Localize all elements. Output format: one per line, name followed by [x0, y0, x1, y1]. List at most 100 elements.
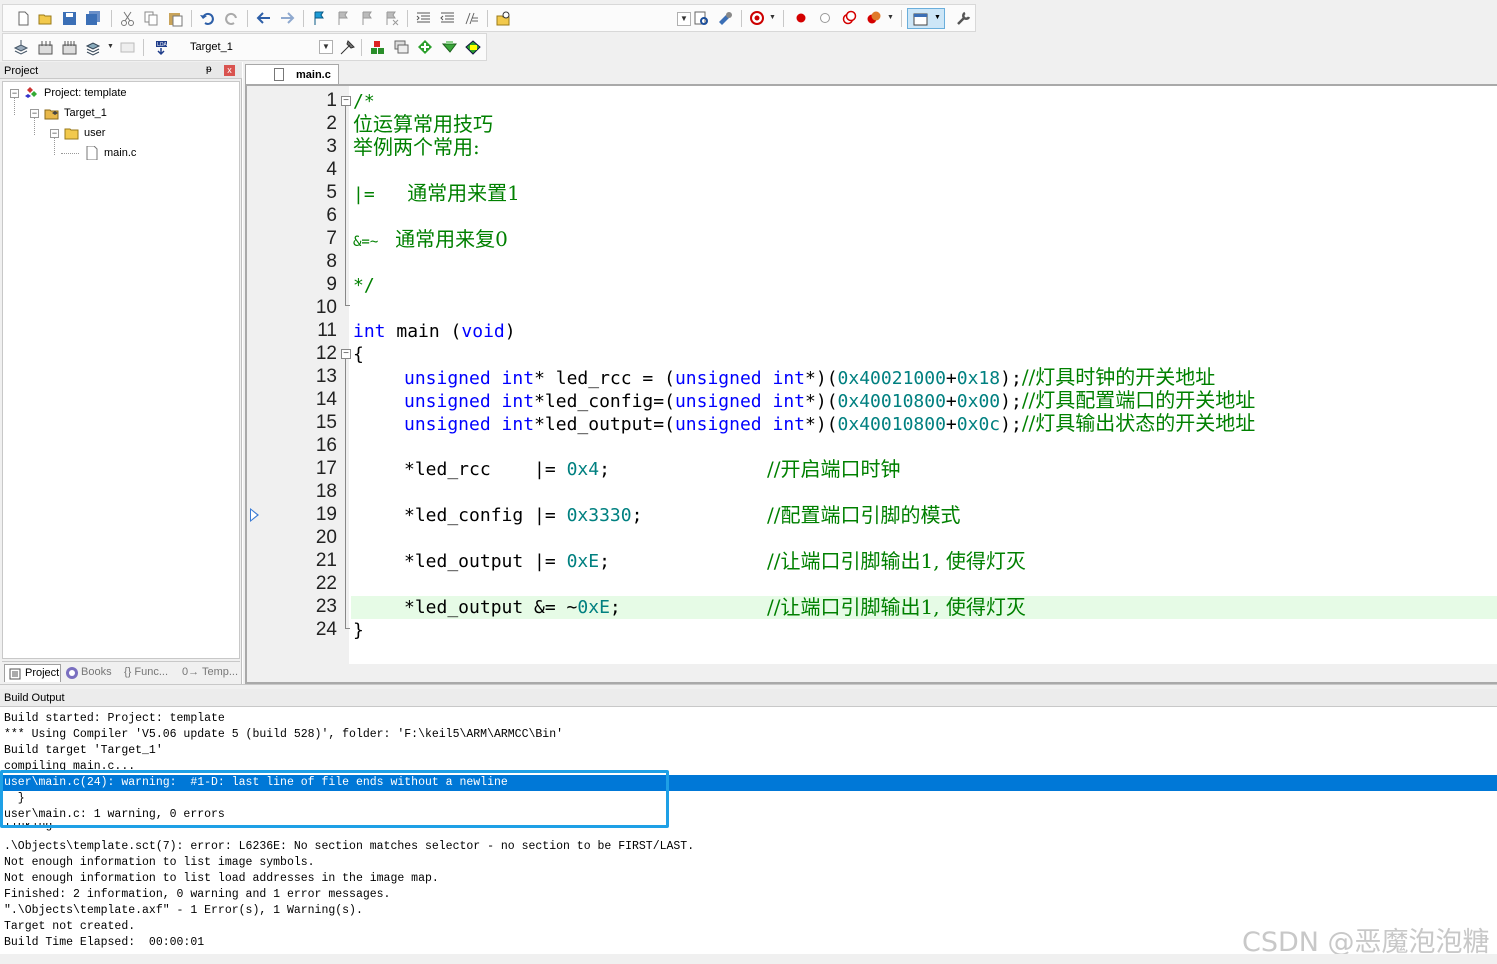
toolbar-area: ▼ ▼ ▼ ▼ ▼ LOAD Target_1 ▼ [0, 0, 1497, 62]
batch-build-icon[interactable] [85, 39, 102, 56]
new-file-icon[interactable] [15, 10, 32, 27]
configure-icon[interactable] [955, 10, 972, 27]
rebuild-icon[interactable] [61, 39, 78, 56]
tab-project[interactable]: Project [4, 664, 61, 682]
line-number: 18 [315, 481, 337, 502]
build-icon[interactable] [37, 39, 54, 56]
tab-functions[interactable]: {} Func... [122, 664, 177, 682]
tree-item-label: Target_1 [64, 107, 107, 119]
unindent-icon[interactable] [439, 10, 456, 27]
project-panel: Project ᵽ x − Project: template − Target… [0, 62, 242, 684]
file-extensions-icon[interactable] [393, 39, 410, 56]
find-combo[interactable]: ▼ [653, 10, 691, 30]
nav-back-icon[interactable] [255, 10, 272, 27]
select-packs-icon[interactable] [441, 39, 458, 56]
code-text: { [353, 344, 364, 365]
paste-icon[interactable] [167, 10, 184, 27]
line-number: 19 [315, 504, 337, 525]
save-icon[interactable] [61, 10, 78, 27]
code-editor[interactable]: 1 − /* 2 位运算常用技巧 3 举例两个常用: 4 5 |= 通常用来置1… [245, 84, 1497, 684]
collapse-toggle[interactable]: − [50, 129, 59, 138]
incremental-find-icon[interactable] [693, 10, 710, 27]
folder-icon [64, 128, 79, 140]
project-tab-icon [9, 668, 21, 680]
manage-project-icon[interactable] [369, 39, 386, 56]
code-comment: //开启端口时钟 [767, 457, 901, 481]
code-token: 0x40021000 [837, 368, 946, 389]
code-token: 0x18 [956, 368, 1001, 389]
tab-books[interactable]: Books [63, 664, 119, 682]
horizontal-scrollbar[interactable] [247, 664, 1497, 682]
indent-icon[interactable] [415, 10, 432, 27]
manage-rte-icon[interactable] [465, 39, 482, 56]
code-token: //灯具时钟的开关地址 [1021, 365, 1216, 389]
next-bookmark-icon[interactable] [359, 10, 376, 27]
target-options-icon[interactable] [339, 39, 356, 56]
save-all-icon[interactable] [85, 10, 102, 27]
nav-forward-icon[interactable] [279, 10, 296, 27]
code-token: 0x40010800 [837, 414, 946, 435]
find-in-files-icon[interactable] [495, 10, 512, 27]
line-number: 5 [326, 182, 337, 203]
chevron-down-icon[interactable]: ▼ [319, 40, 333, 54]
file-icon [86, 146, 98, 160]
build-line-error[interactable]: .\Objects\template.sct(7): error: L6236E… [4, 839, 694, 855]
build-output-title: Build Output [4, 692, 65, 704]
find-icon[interactable] [717, 10, 734, 27]
stop-build-icon[interactable] [119, 39, 136, 56]
chevron-down-icon[interactable]: ▼ [677, 12, 691, 26]
breakpoint-disable-icon[interactable] [817, 10, 834, 27]
code-token: 0x4 [566, 459, 600, 480]
code-text: 位运算常用技巧 [353, 112, 493, 136]
code-text: |= 通常用来置1 [353, 182, 520, 206]
code-line: 12 − { [247, 343, 1497, 366]
pin-icon[interactable]: ᵽ [206, 64, 212, 75]
copy-icon[interactable] [143, 10, 160, 27]
debug-start-icon[interactable] [749, 10, 766, 27]
window-layout-button[interactable]: ▼ [907, 8, 945, 29]
code-text: } [353, 620, 364, 641]
collapse-toggle[interactable]: − [10, 89, 19, 98]
undo-icon[interactable] [199, 10, 216, 27]
line-number: 21 [315, 550, 337, 571]
clear-bookmarks-icon[interactable] [383, 10, 400, 27]
fold-toggle[interactable]: − [341, 349, 351, 359]
project-panel-title: Project [4, 65, 39, 77]
breakpoint-kill-all-icon[interactable] [865, 10, 882, 27]
code-line: 1 − /* [247, 90, 1497, 113]
code-token: //灯具配置端口的开关地址 [1021, 388, 1256, 412]
pack-installer-icon[interactable] [417, 39, 434, 56]
translate-icon[interactable] [13, 39, 30, 56]
redo-icon[interactable] [223, 10, 240, 27]
comment-icon[interactable] [463, 10, 480, 27]
collapse-toggle[interactable]: − [30, 109, 39, 118]
code-token: ( [826, 391, 838, 412]
cut-icon[interactable] [119, 10, 136, 27]
breakpoint-disable-all-icon[interactable] [841, 10, 858, 27]
target-select[interactable]: Target_1 ▼ [185, 38, 333, 58]
fold-toggle[interactable]: − [341, 96, 351, 106]
code-token: ( [664, 368, 675, 389]
breakpoint-insert-icon[interactable] [793, 10, 810, 27]
line-number: 9 [326, 274, 337, 295]
tree-item-label: user [84, 127, 106, 139]
file-icon [274, 68, 284, 81]
open-file-icon[interactable] [37, 10, 54, 27]
code-line: 10 [247, 297, 1497, 320]
code-token: *led_output= [534, 414, 665, 435]
code-line: 21 *led_output |= 0xE; //让端口引脚输出1, 使得灯灭 [247, 550, 1497, 573]
horizontal-scrollbar[interactable] [0, 954, 1497, 964]
build-line: Build Time Elapsed: 00:00:01 [4, 936, 205, 949]
line-number: 4 [326, 159, 337, 180]
code-line: 4 [247, 159, 1497, 182]
tab-main-c[interactable]: main.c [245, 64, 339, 84]
bookmark-icon[interactable] [311, 10, 328, 27]
code-line: 7 &=~ 通常用来复0 [247, 228, 1497, 251]
editor-area: main.c 1 − /* 2 位运算常用技巧 3 举例两个常用: 4 5 |= [243, 62, 1497, 684]
tab-templates[interactable]: 0→ Temp... [180, 664, 238, 682]
prev-bookmark-icon[interactable] [335, 10, 352, 27]
code-token: unsigned [404, 368, 491, 389]
download-icon[interactable]: LOAD [153, 39, 170, 56]
code-text: *led_output &= ~0xE; [404, 596, 621, 619]
close-icon[interactable]: x [224, 65, 235, 76]
